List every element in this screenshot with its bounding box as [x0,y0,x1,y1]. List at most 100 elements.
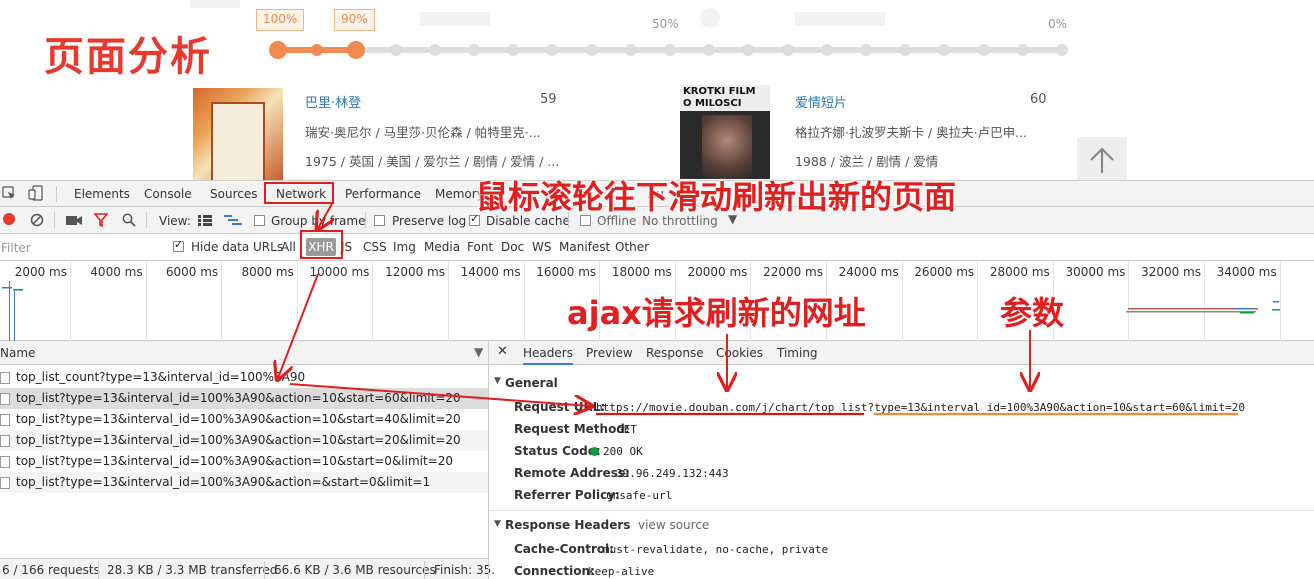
view-label: View: [159,214,191,228]
filter-type-css[interactable]: CSS [363,240,387,254]
slider-stop[interactable] [507,44,520,56]
hide-data-urls-label: Hide data URLs [191,240,284,254]
tab-timing[interactable]: Timing [777,346,818,360]
device-toolbar-icon[interactable] [28,185,44,201]
timeline-tick-label: 4000 ms [90,265,143,279]
movie-info: 1975 / 英国 / 美国 / 爱尔兰 / 剧情 / 爱情 / ... [305,154,560,169]
slider-stop[interactable] [311,44,324,56]
tab-performance[interactable]: Performance [345,187,421,201]
slider-handle[interactable] [347,41,366,59]
timeline-tick-label: 8000 ms [241,265,294,279]
remote-address-value: 39.96.249.132:443 [616,467,729,480]
expand-triangle-icon[interactable]: ▼ [494,519,501,529]
slider-handle[interactable] [269,41,287,59]
rating-range-slider[interactable] [269,40,1070,60]
slider-stop[interactable] [899,44,912,56]
annotation-scroll-note: 鼠标滚轮往下滑动刷新出新的页面 [476,178,957,216]
slider-stop[interactable] [468,44,480,56]
back-to-top-button[interactable] [1077,137,1127,180]
finish-time: Finish: 35. [434,563,496,577]
close-icon[interactable]: ✕ [497,344,508,359]
tab-sources[interactable]: Sources [210,187,257,201]
slider-stop[interactable] [585,44,598,56]
slider-stop[interactable] [546,44,559,56]
tab-headers[interactable]: Headers [523,346,573,365]
preserve-log-checkbox[interactable] [374,215,385,226]
movie-poster[interactable] [193,88,283,180]
status-code-key: Status Code: [514,444,601,458]
table-row[interactable]: top_list?type=13&interval_id=100%3A90&ac… [0,472,488,493]
response-headers-title[interactable]: Response Headers [505,518,630,532]
view-source-link[interactable]: view source [638,518,709,532]
table-row[interactable]: top_list_count?type=13&interval_id=100%3… [0,367,488,388]
waterfall-icon[interactable] [224,215,242,226]
search-icon[interactable] [122,213,136,227]
name-column-header[interactable]: Name ▼ [0,341,488,365]
cache-control-key: Cache-Control: [514,542,615,556]
slider-stop[interactable] [1016,44,1029,56]
filter-type-manifest[interactable]: Manifest [559,240,610,254]
timeline-tick-label: 18000 ms [611,265,672,279]
filter-input[interactable]: Filter [0,241,160,257]
tab-response[interactable]: Response [646,346,704,360]
slider-stop[interactable] [860,44,872,56]
sort-chevron-icon[interactable]: ▼ [474,345,483,359]
inspect-element-icon[interactable] [2,186,16,200]
filter-type-img[interactable]: Img [393,240,416,254]
faded-element [700,8,720,28]
hide-data-urls-checkbox[interactable] [173,238,184,252]
slider-stop[interactable] [820,44,833,56]
request-name: top_list?type=13&interval_id=100%3A90&ac… [16,454,454,468]
request-name: top_list?type=13&interval_id=100%3A90&ac… [16,433,461,447]
tab-preview[interactable]: Preview [586,346,633,360]
annotation-xhr-box [300,230,343,259]
request-method-value: GET [617,423,637,436]
annotation-network-box [264,182,334,204]
filter-type-ws[interactable]: WS [532,240,551,254]
movie-poster[interactable]: KROTKI FILM O MILOSCI [680,85,770,179]
tab-console[interactable]: Console [144,187,192,201]
table-row[interactable]: top_list?type=13&interval_id=100%3A90&ac… [0,409,488,430]
remote-address-key: Remote Address: [514,466,630,480]
request-url-value: https://movie.douban.com/j/chart/top_lis… [596,401,1245,414]
slider-stop[interactable] [703,44,716,56]
movie-score: 59 [540,92,557,107]
screenshot-icon[interactable] [66,214,82,226]
large-rows-icon[interactable] [198,215,212,226]
timeline-tick-label: 34000 ms [1216,265,1277,279]
slider-stop[interactable] [781,44,794,56]
filter-type-font[interactable]: Font [467,240,493,254]
timeline-tick-label: 6000 ms [165,265,219,279]
slider-stop[interactable] [1056,44,1068,56]
slider-stop[interactable] [428,44,441,56]
slider-stop[interactable] [742,44,755,56]
record-button[interactable] [3,213,15,225]
tab-cookies[interactable]: Cookies [716,346,763,360]
general-section-title[interactable]: General [505,376,558,390]
clear-icon[interactable] [30,213,44,227]
table-row[interactable]: top_list?type=13&interval_id=100%3A90&ac… [0,451,488,472]
movie-title[interactable]: 爱情短片 [795,92,847,111]
expand-triangle-icon[interactable]: ▼ [494,376,501,386]
table-row[interactable]: top_list?type=13&interval_id=100%3A90&ac… [0,388,488,409]
filter-type-all[interactable]: All [281,240,296,254]
slider-stop[interactable] [624,44,637,56]
request-url-base: https://movie.douban.com/j/chart/top_lis… [596,401,868,414]
filter-icon[interactable] [94,213,108,227]
slider-stop[interactable] [977,44,990,56]
movie-title[interactable]: 巴里·林登 [305,92,361,111]
filter-type-other[interactable]: Other [615,240,649,254]
timeline-tick-label: 24000 ms [838,265,899,279]
timeline-tick-label: 22000 ms [763,265,823,279]
slider-stop[interactable] [938,44,951,56]
tab-elements[interactable]: Elements [74,187,130,201]
slider-stop[interactable] [389,44,402,56]
filter-type-doc[interactable]: Doc [501,240,524,254]
timeline-tick-label: 28000 ms [989,265,1050,279]
slider-stop[interactable] [664,44,676,56]
panel-splitter[interactable] [488,341,489,579]
table-row[interactable]: top_list?type=13&interval_id=100%3A90&ac… [0,430,488,451]
movie-info: 1988 / 波兰 / 剧情 / 爱情 [795,154,939,169]
filter-type-media[interactable]: Media [424,240,460,254]
group-by-frame-checkbox[interactable] [254,215,265,226]
